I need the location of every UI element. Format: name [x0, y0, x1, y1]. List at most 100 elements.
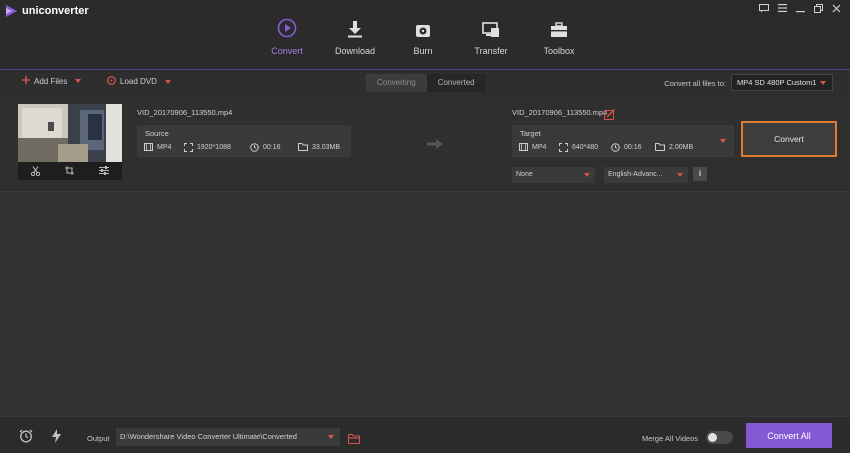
- output-path-select[interactable]: D:\Wondershare Video Converter Ultimate\…: [116, 428, 340, 446]
- effects-icon[interactable]: [99, 166, 110, 178]
- target-resolution: 640*480: [559, 143, 598, 152]
- target-info[interactable]: Target MP4 640*480 00:16 2.00MB: [512, 125, 734, 157]
- list-item: VID_20170906_113550.mp4 Source MP4 1920*…: [0, 96, 850, 192]
- audio-track-select[interactable]: English-Advanc...: [604, 167, 688, 183]
- arrow-right-icon: [427, 136, 443, 154]
- subtitle-value: None: [516, 171, 533, 178]
- target-format-value: MP4: [532, 143, 547, 151]
- transfer-icon: [482, 14, 500, 38]
- source-file-name: VID_20170906_113550.mp4: [137, 108, 233, 117]
- target-duration: 00:16: [611, 143, 642, 152]
- chevron-down-icon: [328, 435, 334, 439]
- load-dvd-button[interactable]: Load DVD: [107, 76, 171, 87]
- output-format-value: MP4 SD 480P Custom1: [737, 78, 817, 87]
- app-logo: uniconverter: [4, 4, 89, 18]
- tab-transfer-label: Transfer: [474, 46, 508, 56]
- tab-convert-label: Convert: [271, 46, 303, 56]
- convert-button[interactable]: Convert: [741, 121, 837, 157]
- toolbar: Add Files Load DVD Converting Converted …: [0, 70, 850, 96]
- trim-icon[interactable]: [30, 165, 40, 179]
- burn-icon: [415, 14, 431, 38]
- tab-transfer[interactable]: Transfer: [457, 14, 525, 70]
- restore-icon[interactable]: [812, 2, 824, 14]
- video-thumbnail[interactable]: [18, 104, 122, 180]
- add-files-dropdown-icon[interactable]: [75, 79, 82, 83]
- folder-icon: [655, 143, 665, 151]
- toggle-knob: [708, 433, 717, 442]
- target-format: MP4: [519, 143, 546, 151]
- minimize-icon[interactable]: [794, 2, 806, 14]
- source-resolution-value: 1920*1088: [197, 144, 231, 151]
- source-label: Source: [145, 129, 169, 138]
- download-icon: [347, 14, 363, 38]
- close-icon[interactable]: [830, 2, 842, 14]
- output-label: Output: [87, 434, 110, 443]
- target-file-name: VID_20170906_113550.mp4: [512, 108, 608, 117]
- source-info: Source MP4 1920*1088 00:16 33.03MB: [137, 125, 351, 157]
- target-size-value: 2.00MB: [669, 143, 694, 151]
- source-duration-value: 00:16: [263, 144, 281, 151]
- source-resolution: 1920*1088: [184, 143, 231, 152]
- info-button[interactable]: i: [693, 167, 707, 181]
- toolbox-icon: [550, 14, 568, 38]
- tab-toolbox-label: Toolbox: [543, 46, 575, 56]
- chevron-down-icon: [677, 173, 683, 177]
- target-resolution-value: 640*480: [572, 144, 599, 151]
- menu-icon[interactable]: [776, 2, 788, 14]
- bottom-bar: Output D:\Wondershare Video Converter Ul…: [0, 416, 850, 453]
- title-bar: uniconverter Convert Download Burn Trans…: [0, 0, 850, 71]
- add-files-button[interactable]: Add Files: [22, 76, 82, 86]
- chevron-down-icon: [820, 81, 826, 85]
- target-duration-value: 00:16: [624, 144, 642, 151]
- convert-all-to-label: Convert all files to:: [664, 79, 726, 88]
- source-duration: 00:16: [250, 143, 281, 152]
- output-path-value: D:\Wondershare Video Converter Ultimate\…: [120, 432, 297, 441]
- film-icon: [519, 143, 528, 151]
- tab-download-label: Download: [334, 46, 376, 56]
- dvd-icon: [107, 76, 116, 87]
- clock-icon: [611, 143, 620, 152]
- merge-all-label: Merge All Videos: [642, 434, 699, 443]
- crop-icon[interactable]: [64, 166, 74, 178]
- tab-burn[interactable]: Burn: [389, 14, 457, 70]
- tab-burn-label: Burn: [413, 46, 433, 56]
- source-format: MP4: [144, 143, 171, 151]
- plus-icon: [22, 76, 30, 86]
- tab-toolbox[interactable]: Toolbox: [525, 14, 593, 70]
- source-size-value: 33.03MB: [312, 143, 341, 151]
- file-list: VID_20170906_113550.mp4 Source MP4 1920*…: [0, 96, 850, 416]
- folder-icon: [298, 143, 308, 151]
- tab-converting[interactable]: Converting: [366, 74, 427, 92]
- thumbnail-tools: [18, 164, 122, 180]
- output-format-select[interactable]: MP4 SD 480P Custom1: [731, 74, 833, 91]
- app-name: uniconverter: [22, 5, 89, 17]
- source-format-value: MP4: [157, 143, 172, 151]
- clock-icon: [250, 143, 259, 152]
- tab-convert[interactable]: Convert: [253, 14, 321, 71]
- feedback-icon[interactable]: [758, 2, 770, 14]
- open-folder-icon[interactable]: [347, 431, 361, 449]
- lightning-icon[interactable]: [52, 429, 61, 448]
- main-nav: Convert Download Burn Transfer Toolbox: [253, 14, 593, 71]
- convert-all-button[interactable]: Convert All: [746, 423, 832, 448]
- load-dvd-dropdown-icon[interactable]: [164, 79, 171, 84]
- add-files-label: Add Files: [34, 76, 68, 86]
- film-icon: [144, 143, 153, 151]
- window-controls: [758, 2, 842, 14]
- subtitle-select[interactable]: None: [512, 167, 595, 183]
- alarm-clock-icon[interactable]: [19, 429, 33, 448]
- target-label: Target: [520, 129, 541, 138]
- target-dropdown-icon[interactable]: [720, 139, 726, 143]
- convert-icon: [277, 14, 297, 38]
- resolution-icon: [559, 143, 568, 152]
- tab-converted[interactable]: Converted: [426, 74, 486, 92]
- target-size: 2.00MB: [655, 143, 693, 151]
- source-size: 33.03MB: [298, 143, 340, 151]
- status-tabs: Converting Converted: [366, 74, 486, 92]
- resolution-icon: [184, 143, 193, 152]
- tab-download[interactable]: Download: [321, 14, 389, 70]
- merge-toggle[interactable]: [706, 431, 733, 444]
- audio-track-value: English-Advanc...: [608, 171, 663, 178]
- chevron-down-icon: [584, 173, 590, 177]
- edit-icon[interactable]: [604, 107, 615, 125]
